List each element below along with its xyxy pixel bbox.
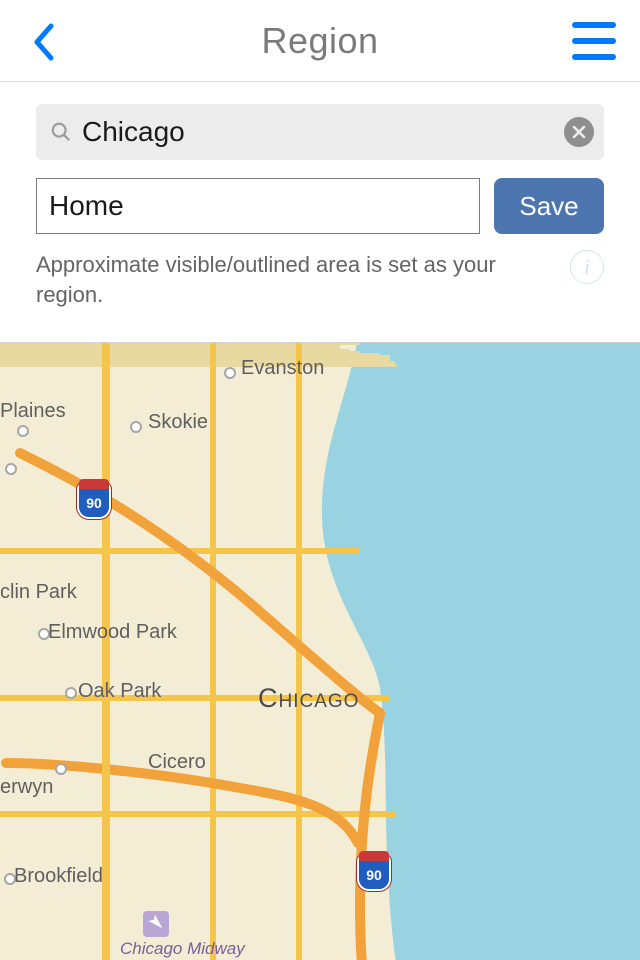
search-input[interactable] [76,116,564,148]
place-label: Plaines [0,400,66,423]
info-button[interactable]: i [570,250,604,284]
header: Region [0,0,640,82]
chevron-left-icon [33,22,55,62]
clear-search-button[interactable] [564,117,594,147]
close-icon [572,125,586,139]
place-label: Elmwood Park [48,621,177,644]
menu-button[interactable] [572,22,616,60]
search-icon [46,121,76,143]
city-label: Chicago [258,683,359,714]
place-label: clin Park [0,581,77,604]
interstate-shield: 90 [357,855,391,891]
search-field[interactable] [36,104,604,160]
region-name-input[interactable] [36,178,480,234]
place-label: Evanston [241,357,324,380]
place-label: Skokie [148,411,208,434]
save-button[interactable]: Save [494,178,604,234]
place-label: Oak Park [78,680,161,703]
plane-icon [143,911,169,937]
menu-icon [572,22,616,28]
airport-label: Chicago Midway [120,939,245,959]
back-button[interactable] [24,20,64,64]
description-text: Approximate visible/outlined area is set… [36,250,560,309]
controls: Save Approximate visible/outlined area i… [0,82,640,319]
place-label: Brookfield [14,865,103,888]
place-label: Cicero [148,751,206,774]
page-title: Region [261,20,378,62]
place-label: erwyn [0,776,53,799]
map-view[interactable]: 90 90 Evanston Plaines Skokie clin Park … [0,342,640,960]
interstate-shield: 90 [77,483,111,519]
